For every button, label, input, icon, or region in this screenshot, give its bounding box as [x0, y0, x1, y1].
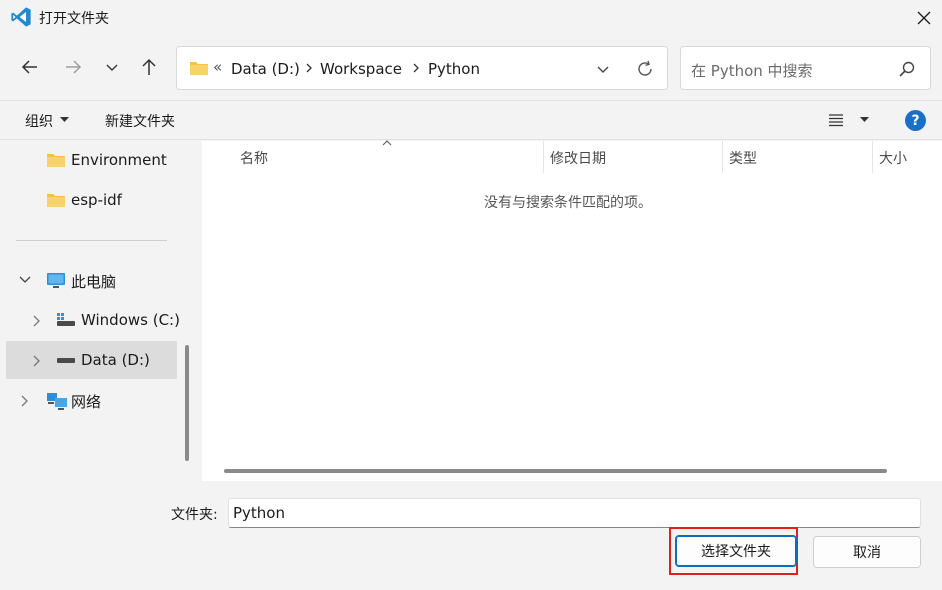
- sidebar-item-data-d[interactable]: Data (D:): [6, 341, 177, 379]
- up-button[interactable]: [134, 52, 164, 82]
- folder-label: 文件夹:: [171, 507, 218, 523]
- close-icon: [917, 11, 931, 25]
- column-divider[interactable]: [543, 141, 544, 173]
- sidebar-scrollbar[interactable]: [185, 345, 189, 461]
- chevron-right-icon[interactable]: [19, 395, 29, 407]
- arrow-right-icon: [66, 60, 82, 74]
- sidebar-item-esp-idf[interactable]: esp-idf: [6, 181, 177, 219]
- file-list[interactable]: 名称 修改日期 类型 大小 没有与搜索条件匹配的项。: [202, 140, 942, 481]
- refresh-icon: [638, 60, 652, 76]
- drive-icon: [57, 358, 75, 363]
- chevron-right-icon[interactable]: [304, 62, 314, 74]
- navigation-pane[interactable]: Environment esp-idf 此电脑 Windows (C:) Dat…: [0, 141, 192, 481]
- drive-icon: [57, 313, 75, 326]
- new-folder-button[interactable]: 新建文件夹: [105, 111, 175, 131]
- caret-down-icon[interactable]: [60, 117, 69, 123]
- recent-locations-button[interactable]: [97, 52, 127, 82]
- empty-message: 没有与搜索条件匹配的项。: [484, 195, 652, 211]
- folder-icon: [190, 62, 208, 75]
- search-box[interactable]: 在 Python 中搜索: [680, 46, 931, 90]
- chevron-right-icon[interactable]: [31, 355, 41, 367]
- sidebar-item-label: 网络: [71, 393, 102, 411]
- window-title: 打开文件夹: [39, 11, 109, 27]
- computer-icon: [47, 273, 65, 288]
- sidebar-item-label: Data (D:): [81, 351, 150, 369]
- chevron-down-icon: [106, 64, 118, 71]
- column-header-date[interactable]: 修改日期: [550, 148, 606, 168]
- breadcrumb-python[interactable]: Python: [428, 60, 480, 78]
- column-header-type[interactable]: 类型: [729, 148, 757, 168]
- search-input[interactable]: 在 Python 中搜索: [691, 60, 813, 81]
- sidebar-item-windows-c[interactable]: Windows (C:): [6, 301, 180, 339]
- help-button[interactable]: ?: [905, 110, 926, 131]
- refresh-button[interactable]: [631, 56, 659, 82]
- back-button[interactable]: [15, 52, 45, 82]
- forward-button[interactable]: [58, 52, 88, 82]
- sidebar-divider: [16, 240, 167, 241]
- chevron-down-icon[interactable]: [19, 275, 31, 285]
- chevron-right-icon[interactable]: [411, 62, 421, 74]
- arrow-left-icon: [21, 60, 37, 74]
- help-icon: ?: [911, 112, 920, 129]
- chevron-down-icon: [597, 66, 609, 73]
- sidebar-item-label: esp-idf: [71, 191, 122, 209]
- sidebar-item-this-pc[interactable]: 此电脑: [6, 261, 177, 299]
- sidebar-item-label: Windows (C:): [81, 311, 180, 329]
- view-options-icon[interactable]: [828, 112, 844, 128]
- breadcrumb-workspace[interactable]: Workspace: [320, 60, 402, 78]
- address-dropdown-button[interactable]: [589, 57, 617, 81]
- address-bar[interactable]: « Data (D:) Workspace Python: [176, 46, 668, 90]
- column-header-name[interactable]: 名称: [240, 148, 268, 168]
- arrow-up-icon: [142, 58, 156, 75]
- horizontal-scrollbar[interactable]: [224, 469, 887, 473]
- breadcrumb-data-drive[interactable]: Data (D:): [231, 60, 300, 78]
- command-bar: 组织 新建文件夹 ?: [0, 100, 942, 140]
- folder-icon: [47, 194, 65, 207]
- sidebar-item-network[interactable]: 网络: [6, 381, 177, 419]
- cancel-button[interactable]: 取消: [813, 536, 921, 568]
- column-header-size[interactable]: 大小: [879, 148, 907, 168]
- vscode-icon: [11, 7, 31, 27]
- network-icon: [47, 393, 67, 410]
- sidebar-item-label: Environment: [71, 151, 167, 169]
- column-divider[interactable]: [722, 141, 723, 173]
- organize-button[interactable]: 组织: [25, 111, 53, 131]
- select-folder-button[interactable]: 选择文件夹: [675, 535, 797, 567]
- column-divider[interactable]: [872, 141, 873, 173]
- search-icon[interactable]: [897, 59, 917, 79]
- sidebar-item-environment[interactable]: Environment: [6, 141, 177, 179]
- caret-down-icon[interactable]: [860, 117, 869, 123]
- title-bar: 打开文件夹: [0, 0, 942, 36]
- navigation-row: « Data (D:) Workspace Python 在 Python 中搜…: [0, 36, 942, 100]
- sort-ascending-icon: [382, 140, 392, 146]
- address-overflow[interactable]: «: [213, 58, 222, 76]
- folder-name-input[interactable]: [228, 498, 921, 528]
- folder-icon: [47, 154, 65, 167]
- sidebar-item-label: 此电脑: [71, 273, 117, 291]
- chevron-right-icon[interactable]: [31, 315, 41, 327]
- dialog-footer: 文件夹: 选择文件夹 取消: [0, 481, 942, 590]
- close-button[interactable]: [906, 2, 942, 34]
